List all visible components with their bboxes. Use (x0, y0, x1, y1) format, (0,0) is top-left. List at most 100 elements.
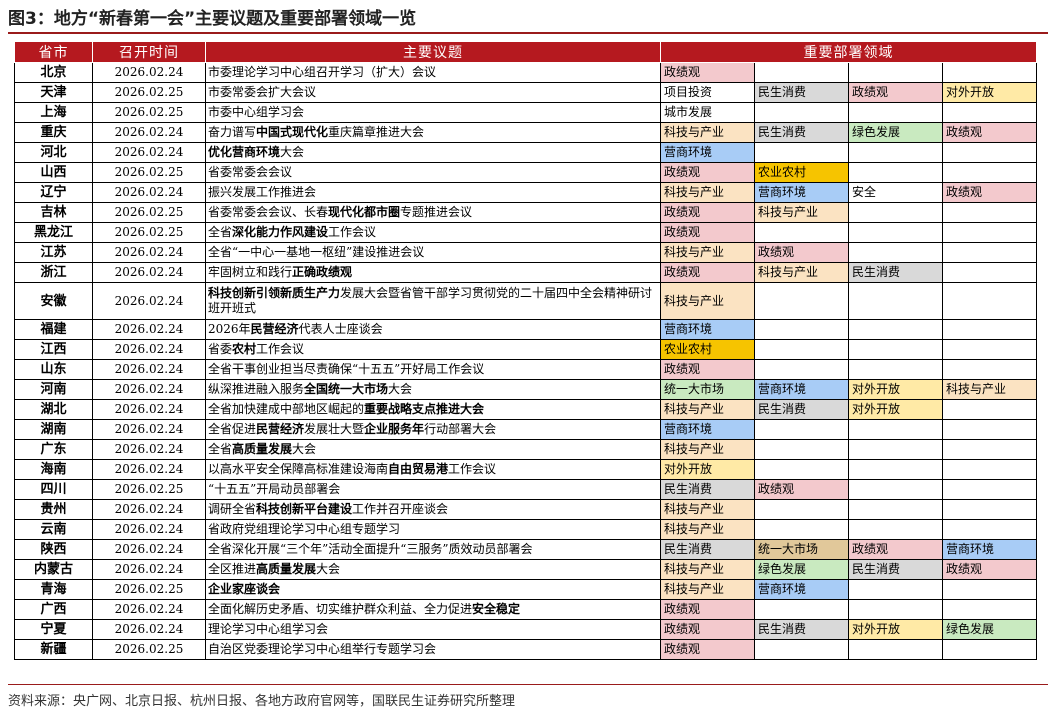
domain-tag: 民生消费 (848, 559, 943, 580)
date-cell: 2026.02.24 (92, 419, 206, 440)
topic-text: 大会 (388, 382, 413, 396)
topic-cell: 市委常委会扩大会议 (205, 82, 661, 103)
topic-text: 牢固树立和践行 (208, 265, 293, 279)
domain-tag: 绿色发展 (942, 619, 1037, 640)
domain-tag: 绿色发展 (754, 559, 849, 580)
table-row: 云南 2026.02.24 省政府党组理论学习中心组专题学习 科技与产业 (14, 519, 1037, 540)
domain-tag: 科技与产业 (660, 182, 755, 203)
domain-tag: 政绩观 (660, 639, 755, 660)
domain-tag (754, 142, 849, 163)
topic-text: 理论学习中心组学习会 (208, 622, 329, 636)
domain-tag: 对外开放 (660, 459, 755, 480)
domain-tag (848, 162, 943, 183)
province-cell: 青海 (14, 579, 93, 600)
domain-tag (754, 419, 849, 440)
province-cell: 陕西 (14, 539, 93, 560)
bottom-rule (8, 684, 1048, 685)
domain-tag (942, 639, 1037, 660)
domain-tag: 农业农村 (660, 339, 755, 360)
table-row: 湖北 2026.02.24 全省加快建成中部地区崛起的重要战略支点推进大会 科技与产业… (14, 399, 1037, 420)
domain-tag: 营商环境 (660, 419, 755, 440)
topic-cell: 振兴发展工作推进会 (205, 182, 661, 203)
topic-cell: 奋力谱写中国式现代化重庆篇章推进大会 (205, 122, 661, 143)
topic-cell: 全省高质量发展大会 (205, 439, 661, 460)
province-cell: 广西 (14, 599, 93, 620)
domain-tag: 政绩观 (660, 359, 755, 380)
topic-emphasis: 农村 (232, 342, 257, 356)
topic-emphasis: 正确政绩观 (292, 265, 353, 279)
domain-tag: 政绩观 (942, 559, 1037, 580)
topic-text: 省委 (208, 342, 233, 356)
topic-text: 全省“一中心一基地一枢纽”建设推进会议 (208, 245, 425, 259)
date-cell: 2026.02.24 (92, 439, 206, 460)
province-cell: 云南 (14, 519, 93, 540)
domain-tag (942, 519, 1037, 540)
domain-tag: 政绩观 (660, 202, 755, 223)
province-cell: 广东 (14, 439, 93, 460)
topic-cell: 省委农村工作会议 (205, 339, 661, 360)
domain-tag (754, 599, 849, 620)
province-cell: 江苏 (14, 242, 93, 263)
topic-text: 全省加快建成中部地区崛起的 (208, 402, 365, 416)
domain-tag: 营商环境 (754, 182, 849, 203)
topic-text: 行动部署大会 (424, 422, 497, 436)
date-cell: 2026.02.25 (92, 102, 206, 123)
date-cell: 2026.02.24 (92, 282, 206, 320)
domain-tag: 城市发展 (660, 102, 755, 123)
domain-tag (754, 282, 849, 320)
domain-tag: 政绩观 (660, 62, 755, 83)
topic-text: 重庆篇章推进大会 (328, 125, 425, 139)
topic-cell: 省委常委会会议 (205, 162, 661, 183)
topic-cell: 企业家座谈会 (205, 579, 661, 600)
province-cell: 内蒙古 (14, 559, 93, 580)
topic-emphasis: 民营经济 (250, 322, 299, 336)
domain-tag (848, 419, 943, 440)
date-cell: 2026.02.24 (92, 339, 206, 360)
domain-tag: 营商环境 (754, 579, 849, 600)
domain-tag: 营商环境 (660, 142, 755, 163)
topic-text: 全省 (208, 442, 233, 456)
date-cell: 2026.02.24 (92, 319, 206, 340)
table-row: 河南 2026.02.24 纵深推进融入服务全国统一大市场大会 统一大市场 营商环境 对外… (14, 379, 1037, 400)
domain-tag: 政绩观 (660, 262, 755, 283)
domain-tag: 民生消费 (754, 122, 849, 143)
topic-text: 省委常委会会议 (208, 165, 293, 179)
topic-text: 全省深化开展“三个年”活动全面提升“三服务”质效动员部署会 (208, 542, 533, 556)
topic-text: 市委常委会扩大会议 (208, 85, 317, 99)
domain-tag (848, 142, 943, 163)
province-cell: 上海 (14, 102, 93, 123)
topic-cell: 优化营商环境大会 (205, 142, 661, 163)
table-row: 河北 2026.02.24 优化营商环境大会 营商环境 (14, 142, 1037, 163)
domain-tag (942, 202, 1037, 223)
topic-emphasis: 自由贸易港 (388, 462, 449, 476)
domain-tag: 营商环境 (754, 379, 849, 400)
table-row: 黑龙江 2026.02.25 全省深化能力作风建设工作会议 政绩观 (14, 222, 1037, 243)
date-cell: 2026.02.25 (92, 222, 206, 243)
domain-tag (848, 62, 943, 83)
topic-cell: 2026年民营经济代表人士座谈会 (205, 319, 661, 340)
domain-tag: 农业农村 (754, 162, 849, 183)
date-cell: 2026.02.24 (92, 519, 206, 540)
date-cell: 2026.02.24 (92, 559, 206, 580)
domain-tag (942, 359, 1037, 380)
domain-tag (848, 479, 943, 500)
topic-cell: 自治区党委理论学习中心组举行专题学习会 (205, 639, 661, 660)
topic-text: 工作会议 (448, 462, 497, 476)
domain-tag: 政绩观 (754, 479, 849, 500)
topic-text: 全省干事创业担当尽责确保“十五五”开好局工作会议 (208, 362, 485, 376)
topic-cell: 纵深推进融入服务全国统一大市场大会 (205, 379, 661, 400)
topic-emphasis: 科技创新引领新质生产力 (208, 286, 341, 300)
domain-tag (942, 262, 1037, 283)
table-row: 重庆 2026.02.24 奋力谱写中国式现代化重庆篇章推进大会 科技与产业 民生消费绿… (14, 122, 1037, 143)
domain-tag (942, 499, 1037, 520)
table-row: 上海 2026.02.25 市委中心组学习会 城市发展 (14, 102, 1037, 123)
province-cell: 安徽 (14, 282, 93, 320)
topic-cell: “十五五”开局动员部署会 (205, 479, 661, 500)
domain-tag (942, 579, 1037, 600)
domain-tag: 科技与产业 (660, 499, 755, 520)
province-cell: 天津 (14, 82, 93, 103)
domain-tag: 绿色发展 (848, 122, 943, 143)
domain-tag: 安全 (848, 182, 943, 203)
topic-emphasis: 重要战略支点推进大会 (364, 402, 485, 416)
topic-cell: 全省促进民营经济发展壮大暨企业服务年行动部署大会 (205, 419, 661, 440)
